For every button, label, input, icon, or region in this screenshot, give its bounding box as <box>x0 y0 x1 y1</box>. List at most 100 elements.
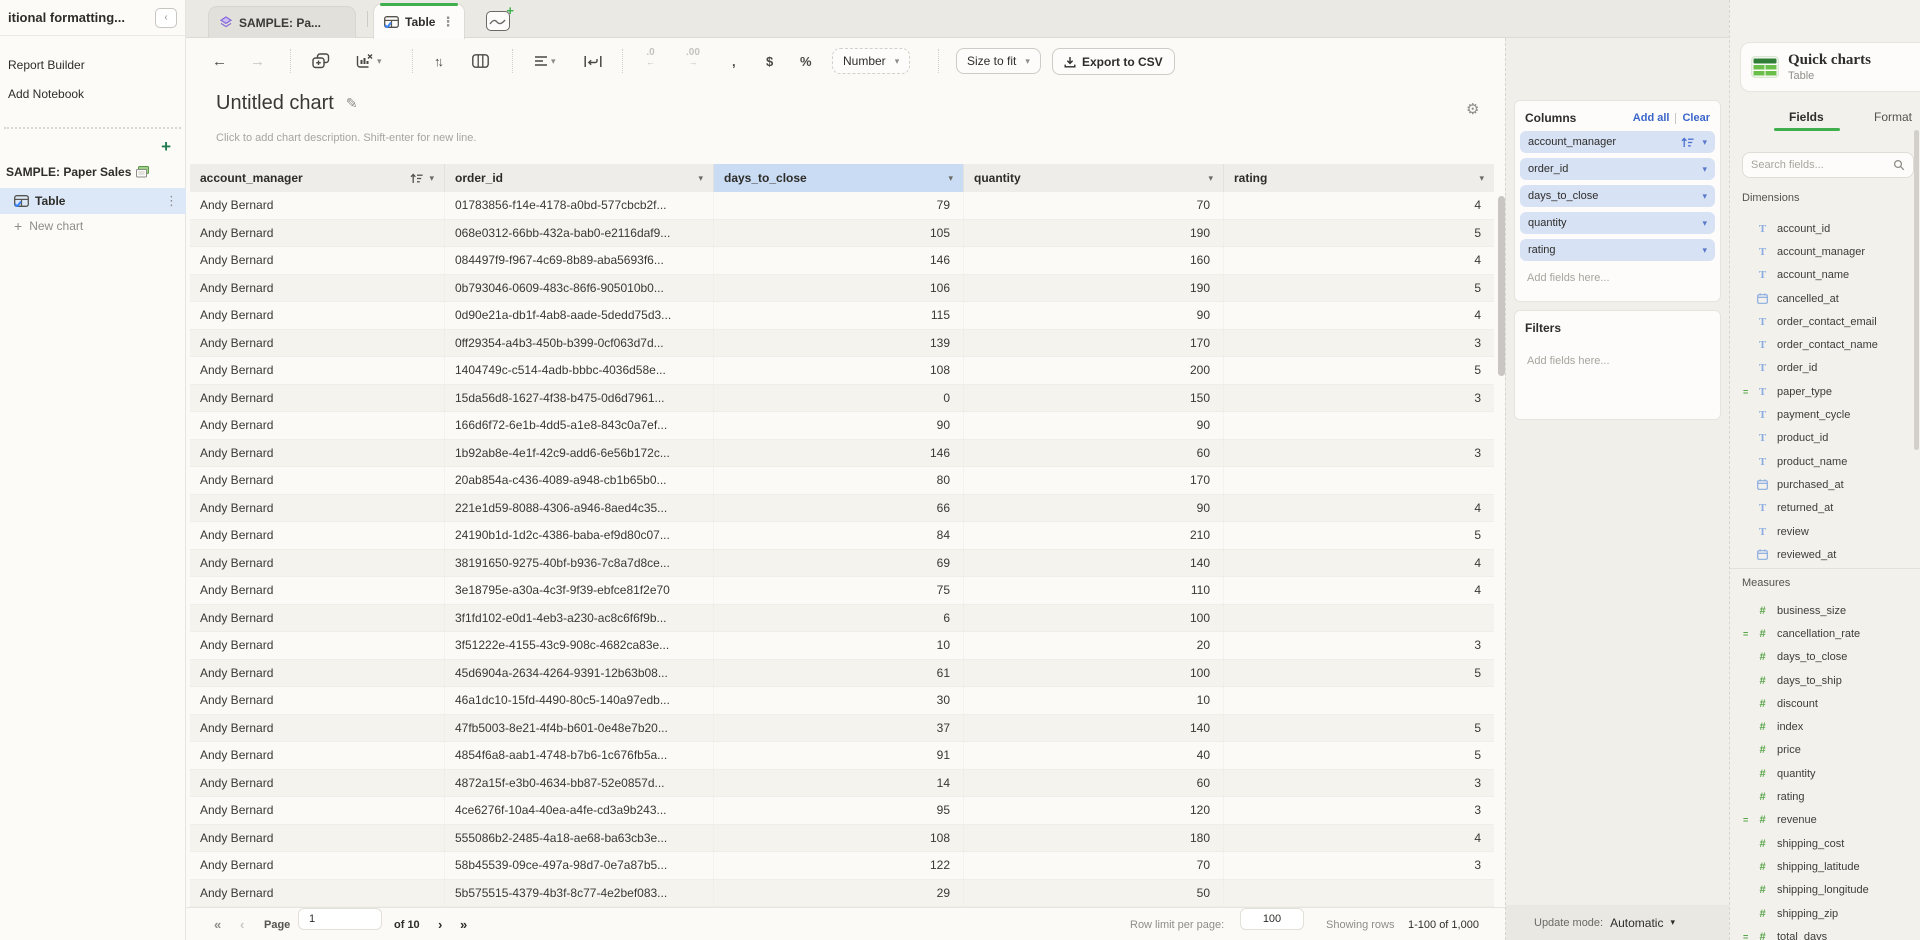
column-header-quantity[interactable]: quantity▾ <box>964 164 1224 192</box>
table-scrollbar-thumb[interactable] <box>1498 196 1505 376</box>
dimension-item-order_id[interactable]: Torder_id <box>1730 357 1920 380</box>
tab-format[interactable]: Format <box>1874 110 1912 124</box>
column-menu-caret-icon[interactable]: ▾ <box>1208 173 1213 184</box>
measure-item-quantity[interactable]: #quantity <box>1730 762 1920 785</box>
column-pill-account_manager[interactable]: account_manager▾ <box>1520 131 1715 153</box>
column-pill-quantity[interactable]: quantity▾ <box>1520 212 1715 234</box>
number-format-dropdown[interactable]: Number ▾ <box>832 48 910 74</box>
last-page-button[interactable]: » <box>460 908 467 940</box>
dimension-item-product_name[interactable]: Tproduct_name <box>1730 450 1920 473</box>
tab-table[interactable]: Table ⋮ <box>373 3 465 39</box>
measure-item-price[interactable]: #price <box>1730 739 1920 762</box>
thousands-separator-button[interactable]: , <box>732 48 736 74</box>
dimension-item-account_manager[interactable]: Taccount_manager <box>1730 240 1920 263</box>
size-to-fit-dropdown[interactable]: Size to fit ▾ <box>956 48 1041 74</box>
measure-item-shipping_longitude[interactable]: #shipping_longitude <box>1730 879 1920 902</box>
dimension-item-payment_cycle[interactable]: Tpayment_cycle <box>1730 403 1920 426</box>
redo-forward-button[interactable]: → <box>250 48 265 74</box>
panel-scrollbar-thumb[interactable] <box>1914 130 1919 450</box>
measure-item-shipping_latitude[interactable]: #shipping_latitude <box>1730 855 1920 878</box>
search-fields-input[interactable]: Search fields... <box>1742 152 1914 178</box>
sort-button[interactable]: ↑↓ <box>434 48 444 74</box>
column-header-rating[interactable]: rating▾ <box>1224 164 1494 192</box>
number-field-icon: # <box>1756 768 1769 780</box>
measure-item-shipping_zip[interactable]: #shipping_zip <box>1730 902 1920 925</box>
increase-decimal-button[interactable]: .00 → <box>686 48 700 74</box>
measure-item-total_days[interactable]: =#total_days <box>1730 925 1920 940</box>
dimension-item-account_id[interactable]: Taccount_id <box>1730 217 1920 240</box>
measure-item-days_to_ship[interactable]: #days_to_ship <box>1730 669 1920 692</box>
pill-menu-caret-icon[interactable]: ▾ <box>1702 218 1707 229</box>
sidebar-item-table[interactable]: Table ⋮ <box>0 188 186 214</box>
column-menu-caret-icon[interactable]: ▾ <box>948 173 953 184</box>
column-header-days_to_close[interactable]: days_to_close▾ <box>714 164 964 192</box>
column-header-account_manager[interactable]: account_manager▾ <box>190 164 445 192</box>
measure-item-revenue[interactable]: =#revenue <box>1730 809 1920 832</box>
column-pill-rating[interactable]: rating▾ <box>1520 239 1715 261</box>
prev-page-button[interactable]: ‹ <box>240 908 244 940</box>
next-page-button[interactable]: › <box>438 908 442 940</box>
delete-chart-button[interactable]: ▾ <box>356 48 382 74</box>
tab-fields[interactable]: Fields <box>1789 110 1824 124</box>
column-menu-caret-icon[interactable]: ▾ <box>1479 173 1484 184</box>
decrease-decimal-button[interactable]: .0 ← <box>646 48 655 74</box>
wrap-text-button[interactable] <box>584 48 602 74</box>
currency-format-button[interactable]: $ <box>766 48 773 74</box>
export-csv-button[interactable]: Export to CSV <box>1052 48 1175 75</box>
pill-menu-caret-icon[interactable]: ▾ <box>1702 137 1707 148</box>
sidebar-item-add-notebook[interactable]: Add Notebook <box>8 87 84 101</box>
column-header-order_id[interactable]: order_id▾ <box>445 164 714 192</box>
duplicate-chart-button[interactable] <box>312 48 330 74</box>
pill-menu-caret-icon[interactable]: ▾ <box>1702 164 1707 175</box>
dimension-item-order_contact_email[interactable]: Torder_contact_email <box>1730 310 1920 333</box>
dimension-item-cancelled_at[interactable]: cancelled_at <box>1730 287 1920 310</box>
dimension-item-reviewed_at[interactable]: reviewed_at <box>1730 543 1920 566</box>
cell-days_to_close: 84 <box>714 522 964 549</box>
measure-item-business_size[interactable]: #business_size <box>1730 599 1920 622</box>
dimension-item-order_contact_name[interactable]: Torder_contact_name <box>1730 333 1920 356</box>
manage-columns-button[interactable] <box>472 48 489 74</box>
dimension-item-product_id[interactable]: Tproduct_id <box>1730 427 1920 450</box>
chart-description-placeholder[interactable]: Click to add chart description. Shift-en… <box>216 132 476 144</box>
new-tab-button[interactable]: + <box>478 7 518 35</box>
pill-menu-caret-icon[interactable]: ▾ <box>1702 245 1707 256</box>
dimension-item-returned_at[interactable]: Treturned_at <box>1730 497 1920 520</box>
dimension-item-review[interactable]: Treview <box>1730 520 1920 543</box>
column-pill-order_id[interactable]: order_id▾ <box>1520 158 1715 180</box>
tab-sample-paper-sales[interactable]: SAMPLE: Pa... <box>208 6 356 38</box>
edit-pencil-icon[interactable]: ✎ <box>346 95 358 112</box>
add-all-link[interactable]: Add all <box>1633 112 1670 124</box>
measure-item-days_to_close[interactable]: #days_to_close <box>1730 646 1920 669</box>
row-limit-input[interactable]: 100 <box>1240 908 1304 930</box>
filters-add-fields-placeholder[interactable]: Add fields here... <box>1515 341 1720 373</box>
percent-format-button[interactable]: % <box>800 48 812 74</box>
pill-menu-caret-icon[interactable]: ▾ <box>1702 191 1707 202</box>
collapse-panel-button[interactable]: ‹ <box>155 8 177 28</box>
dimension-item-purchased_at[interactable]: purchased_at <box>1730 473 1920 496</box>
columns-add-fields-placeholder[interactable]: Add fields here... <box>1515 266 1720 290</box>
sidebar-item-sample-paper-sales[interactable]: SAMPLE: Paper Sales <box>6 165 149 179</box>
update-mode-value[interactable]: Automatic <box>1610 916 1663 930</box>
measure-item-rating[interactable]: #rating <box>1730 785 1920 808</box>
first-page-button[interactable]: « <box>214 908 221 940</box>
text-align-button[interactable]: ▾ <box>534 48 556 74</box>
measure-item-discount[interactable]: #discount <box>1730 692 1920 715</box>
dimension-item-paper_type[interactable]: =Tpaper_type <box>1730 380 1920 403</box>
clear-link[interactable]: Clear <box>1682 112 1710 124</box>
measure-item-cancellation_rate[interactable]: =#cancellation_rate <box>1730 622 1920 645</box>
measure-item-shipping_cost[interactable]: #shipping_cost <box>1730 832 1920 855</box>
table-item-menu-icon[interactable]: ⋮ <box>165 193 178 209</box>
page-number-input[interactable]: 1 <box>298 908 382 930</box>
add-data-source-button[interactable]: + <box>161 138 171 155</box>
column-menu-caret-icon[interactable]: ▾ <box>429 173 434 184</box>
sidebar-item-new-chart[interactable]: + New chart <box>14 218 83 234</box>
dimension-item-account_name[interactable]: Taccount_name <box>1730 264 1920 287</box>
measure-item-index[interactable]: #index <box>1730 715 1920 738</box>
tab-menu-icon[interactable]: ⋮ <box>441 14 454 30</box>
gear-icon[interactable]: ⚙ <box>1466 100 1479 118</box>
undo-back-button[interactable]: ← <box>212 48 227 74</box>
sidebar-item-report-builder[interactable]: Report Builder <box>8 58 85 72</box>
column-menu-caret-icon[interactable]: ▾ <box>698 173 703 184</box>
column-pill-days_to_close[interactable]: days_to_close▾ <box>1520 185 1715 207</box>
chart-title[interactable]: Untitled chart <box>216 92 334 115</box>
